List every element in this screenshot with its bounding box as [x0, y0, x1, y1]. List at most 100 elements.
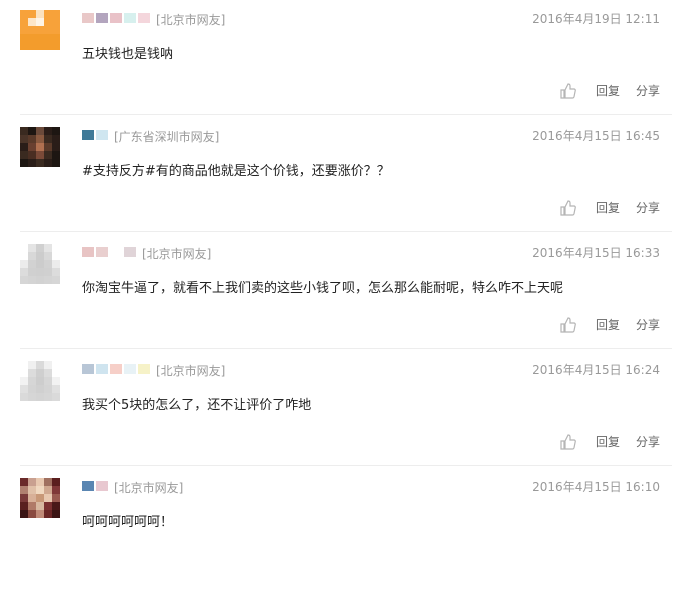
avatar-pixel — [28, 143, 36, 151]
comment-text: #支持反方#有的商品他就是这个价钱，还要涨价？？ — [82, 164, 390, 179]
avatar[interactable] — [20, 478, 60, 518]
avatar-pixel — [52, 18, 60, 26]
avatar[interactable] — [20, 244, 60, 284]
avatar-pixel — [28, 159, 36, 167]
avatar-pixel — [36, 510, 44, 518]
divider — [20, 231, 672, 232]
avatar[interactable] — [20, 127, 60, 167]
comment-text: 你淘宝牛逼了，就看不上我们卖的这些小钱了呗，怎么那么能耐呢，特么咋不上天呢 — [82, 281, 564, 296]
avatar-pixel — [36, 34, 44, 42]
comment-time: 2016年4月19日 12:11 — [532, 12, 660, 26]
avatar-pixel — [44, 478, 52, 486]
nickname-blur-block — [96, 13, 108, 23]
avatar-pixel — [28, 486, 36, 494]
user-location: [北京市网友] — [114, 480, 184, 495]
nickname-blur-block — [110, 13, 122, 23]
nickname-blur-block — [138, 13, 150, 23]
avatar-pixel — [36, 260, 44, 268]
share-button[interactable]: 分享 — [636, 82, 660, 99]
avatar-pixel — [36, 361, 44, 369]
nickname-blur-block — [82, 130, 94, 140]
avatar-pixel — [20, 151, 28, 159]
avatar-pixel — [44, 393, 52, 401]
divider — [20, 348, 672, 349]
nickname-blur-block — [110, 364, 122, 374]
avatar-pixel — [20, 260, 28, 268]
avatar-pixel — [52, 127, 60, 135]
avatar-pixel — [52, 34, 60, 42]
avatar-pixel — [44, 252, 52, 260]
avatar-pixel — [28, 151, 36, 159]
avatar-pixel — [36, 159, 44, 167]
user-nickname[interactable]: [北京市网友] — [82, 244, 211, 262]
avatar[interactable] — [20, 361, 60, 401]
comment-item: [北京市网友] 2016年4月15日 16:33 你淘宝牛逼了，就看不上我们卖的… — [0, 244, 692, 361]
avatar-pixel — [20, 135, 28, 143]
avatar-pixel — [36, 268, 44, 276]
avatar-pixel — [52, 385, 60, 393]
thumbs-up-icon[interactable] — [560, 82, 576, 99]
avatar-pixel — [52, 10, 60, 18]
avatar-pixel — [20, 42, 28, 50]
comment-item: [北京市网友] 2016年4月19日 12:11 五块钱也是钱呐 回复 分享 — [0, 10, 692, 127]
user-nickname[interactable]: [北京市网友] — [82, 10, 225, 28]
avatar-pixel — [36, 244, 44, 252]
avatar-pixel — [20, 369, 28, 377]
avatar-pixel — [28, 252, 36, 260]
nickname-blur-block — [138, 364, 150, 374]
avatar-pixel — [44, 510, 52, 518]
reply-button[interactable]: 回复 — [596, 199, 620, 216]
reply-button[interactable]: 回复 — [596, 433, 620, 450]
avatar-pixel — [52, 26, 60, 34]
avatar-pixel — [20, 393, 28, 401]
avatar-pixel — [20, 377, 28, 385]
avatar-pixel — [52, 159, 60, 167]
avatar-pixel — [44, 151, 52, 159]
avatar-pixel — [52, 502, 60, 510]
avatar-pixel — [28, 494, 36, 502]
user-nickname[interactable]: [北京市网友] — [82, 361, 225, 379]
avatar-pixel — [44, 127, 52, 135]
avatar[interactable] — [20, 10, 60, 50]
reply-button[interactable]: 回复 — [596, 82, 620, 99]
avatar-pixel — [36, 486, 44, 494]
avatar-pixel — [36, 42, 44, 50]
avatar-pixel — [36, 377, 44, 385]
avatar-pixel — [28, 18, 36, 26]
reply-button[interactable]: 回复 — [596, 316, 620, 333]
nickname-blur-block — [96, 130, 108, 140]
comment-time: 2016年4月15日 16:33 — [532, 246, 660, 260]
avatar-pixel — [20, 385, 28, 393]
share-button[interactable]: 分享 — [636, 316, 660, 333]
avatar-pixel — [44, 385, 52, 393]
comment-item: [北京市网友] 2016年4月15日 16:10 呵呵呵呵呵呵！ — [0, 478, 692, 595]
divider — [20, 114, 672, 115]
avatar-pixel — [44, 42, 52, 50]
share-button[interactable]: 分享 — [636, 199, 660, 216]
thumbs-up-icon[interactable] — [560, 316, 576, 333]
avatar-pixel — [20, 252, 28, 260]
user-nickname[interactable]: [北京市网友] — [82, 478, 183, 496]
avatar-pixel — [28, 34, 36, 42]
user-nickname[interactable]: [广东省深圳市网友] — [82, 127, 219, 145]
avatar-pixel — [52, 510, 60, 518]
avatar-pixel — [36, 127, 44, 135]
avatar-pixel — [52, 143, 60, 151]
nickname-blur-block — [96, 247, 108, 257]
avatar-pixel — [44, 10, 52, 18]
comment-text: 五块钱也是钱呐 — [82, 47, 174, 62]
avatar-pixel — [36, 502, 44, 510]
nickname-blur-block — [124, 364, 136, 374]
user-location: [北京市网友] — [156, 363, 226, 378]
avatar-pixel — [36, 385, 44, 393]
thumbs-up-icon[interactable] — [560, 199, 576, 216]
avatar-pixel — [52, 486, 60, 494]
thumbs-up-icon[interactable] — [560, 433, 576, 450]
share-button[interactable]: 分享 — [636, 433, 660, 450]
avatar-pixel — [36, 135, 44, 143]
avatar-pixel — [28, 268, 36, 276]
nickname-blur-block — [82, 13, 94, 23]
nickname-blur-block — [82, 364, 94, 374]
avatar-pixel — [28, 135, 36, 143]
avatar-pixel — [52, 244, 60, 252]
